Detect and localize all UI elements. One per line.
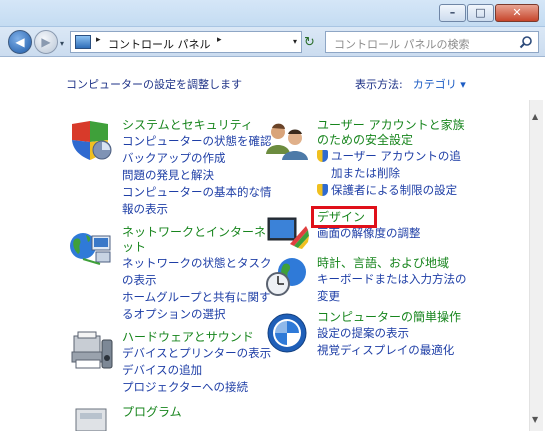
category-user-accounts: ユーザー アカウントと家族 のための安全設定 ユーザー アカウントの追 加または… (317, 118, 465, 199)
let-windows-suggest-link[interactable]: 設定の提案の表示 (317, 325, 461, 342)
add-remove-accounts-link-cont[interactable]: 加または削除 (317, 165, 465, 182)
view-basic-info-link-cont[interactable]: 報の表示 (122, 201, 272, 218)
minimize-icon: – (449, 6, 456, 19)
connect-projector-link[interactable]: プロジェクターへの接続 (122, 379, 271, 396)
add-remove-accounts-link[interactable]: ユーザー アカウントの追 (317, 148, 465, 165)
clock-language-region-icon (266, 258, 306, 296)
system-security-link[interactable]: システムとセキュリティ (122, 118, 272, 133)
category-clock-region: 時計、言語、および地域 キーボードまたは入力方法の 変更 (317, 256, 467, 305)
view-basic-info-link[interactable]: コンピューターの基本的な情 (122, 184, 272, 201)
category-network-internet: ネットワークとインターネ ット ネットワークの状態とタスク の表示 ホームグルー… (122, 225, 272, 323)
ease-of-access-icon (267, 313, 307, 353)
change-keyboard-link[interactable]: キーボードまたは入力方法の (317, 271, 467, 288)
homegroup-sharing-link[interactable]: ホームグループと共有に関す (122, 289, 272, 306)
search-icon[interactable] (519, 35, 533, 49)
search-box[interactable]: コントロール パネルの検索 (325, 31, 539, 53)
maximize-button[interactable]: □ (467, 4, 494, 22)
parental-controls-link[interactable]: 保護者による制限の設定 (317, 182, 465, 199)
control-panel-icon (75, 35, 91, 49)
programs-link[interactable]: プログラム (122, 405, 182, 420)
network-internet-link-cont[interactable]: ット (122, 240, 272, 255)
category-hardware-sound: ハードウェアとサウンド デバイスとプリンターの表示 デバイスの追加 プロジェクタ… (122, 330, 271, 396)
parental-controls-text: 保護者による制限の設定 (331, 183, 458, 197)
user-accounts-icon (266, 123, 308, 160)
back-arrow-icon: ◀ (15, 35, 25, 49)
find-fix-problems-link[interactable]: 問題の発見と解決 (122, 167, 272, 184)
hardware-sound-link[interactable]: ハードウェアとサウンド (122, 330, 271, 345)
network-internet-link[interactable]: ネットワークとインターネ (122, 225, 272, 240)
add-device-link[interactable]: デバイスの追加 (122, 362, 271, 379)
create-backup-link[interactable]: バックアップの作成 (122, 150, 272, 167)
title-bar: – □ ✕ (0, 0, 545, 27)
address-bar[interactable]: ▸ コントロール パネル ▸ ▾ (70, 31, 302, 53)
close-button[interactable]: ✕ (495, 4, 539, 22)
breadcrumb-separator-trailing[interactable]: ▸ (217, 35, 222, 45)
category-programs: プログラム (122, 405, 182, 420)
add-remove-accounts-text: ユーザー アカウントの追 (331, 149, 461, 163)
system-security-icon (72, 121, 112, 160)
programs-icon (75, 408, 107, 431)
optimize-display-link[interactable]: 視覚ディスプレイの最適化 (317, 342, 461, 359)
breadcrumb-control-panel[interactable]: コントロール パネル (108, 36, 211, 52)
category-system-security: システムとセキュリティ コンピューターの状態を確認 バックアップの作成 問題の発… (122, 118, 272, 218)
view-by-dropdown[interactable]: カテゴリ ▾ (413, 78, 466, 91)
view-network-status-link[interactable]: ネットワークの状態とタスク (122, 255, 272, 272)
highlight-box (311, 206, 377, 228)
forward-arrow-icon: ▶ (41, 35, 51, 49)
view-network-status-link-cont[interactable]: の表示 (122, 272, 272, 289)
network-internet-icon (70, 233, 111, 265)
user-accounts-link-cont[interactable]: のための安全設定 (317, 133, 465, 148)
scrollbar[interactable]: ▲ ▼ (529, 100, 543, 431)
view-by: 表示方法: カテゴリ ▾ (355, 76, 466, 92)
homegroup-sharing-link-cont[interactable]: るオプションの選択 (122, 306, 272, 323)
clock-language-region-link[interactable]: 時計、言語、および地域 (317, 256, 467, 271)
forward-button[interactable]: ▶ (34, 30, 58, 54)
refresh-icon[interactable]: ↻ (304, 35, 315, 50)
check-computer-status-link[interactable]: コンピューターの状態を確認 (122, 133, 272, 150)
view-devices-printers-link[interactable]: デバイスとプリンターの表示 (122, 345, 271, 362)
back-button[interactable]: ◀ (8, 30, 32, 54)
view-by-label: 表示方法: (355, 78, 403, 91)
scroll-up-icon[interactable]: ▲ (532, 112, 538, 121)
breadcrumb-separator[interactable]: ▸ (96, 35, 101, 45)
user-accounts-link[interactable]: ユーザー アカウントと家族 (317, 118, 465, 133)
close-icon: ✕ (512, 6, 522, 19)
window-controls: – □ ✕ (438, 4, 539, 22)
recent-pages-dropdown[interactable]: ▾ (60, 39, 64, 48)
maximize-icon: □ (475, 6, 486, 19)
hardware-sound-icon (71, 331, 113, 369)
change-keyboard-link-cont[interactable]: 変更 (317, 288, 467, 305)
uac-shield-icon (317, 150, 328, 162)
category-ease-of-access: コンピューターの簡単操作 設定の提案の表示 視覚ディスプレイの最適化 (317, 310, 461, 359)
appearance-icon (267, 217, 309, 249)
uac-shield-icon (317, 184, 328, 196)
ease-of-access-link[interactable]: コンピューターの簡単操作 (317, 310, 461, 325)
search-input[interactable]: コントロール パネルの検索 (334, 36, 470, 52)
page-title: コンピューターの設定を調整します (66, 78, 242, 91)
scroll-down-icon[interactable]: ▼ (532, 415, 538, 424)
address-dropdown-icon[interactable]: ▾ (293, 37, 297, 46)
minimize-button[interactable]: – (439, 4, 466, 22)
